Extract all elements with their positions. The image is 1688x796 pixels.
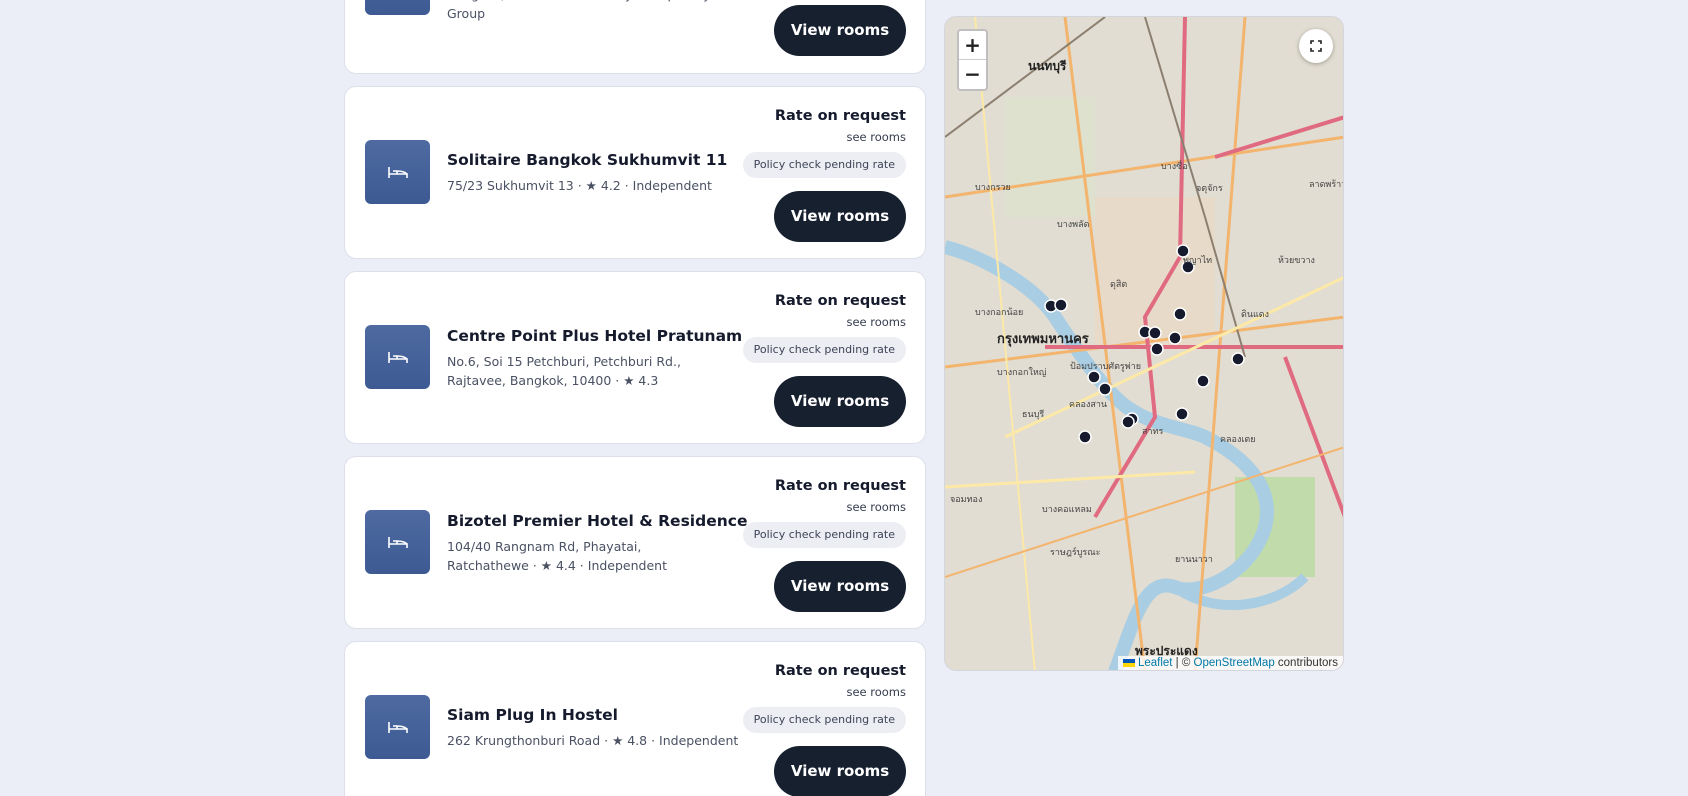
hotel-card: Siam Plug In Hostel 262 Krungthonburi Ro… [344, 641, 926, 796]
bed-icon [387, 537, 408, 548]
map-label: คลองสาน [1069, 400, 1108, 410]
map-label: บางกอกใหญ่ [997, 368, 1047, 378]
map-label: ห้วยขวาง [1278, 256, 1315, 266]
map-label: ลาดพร้าว [1309, 180, 1344, 190]
map-label: บางกอกน้อย [975, 308, 1024, 318]
policy-badge: Policy check pending rate [742, 707, 906, 733]
map-label: บางซื่อ [1161, 162, 1188, 172]
policy-badge: Policy check pending rate [742, 152, 906, 178]
hotel-thumbnail [365, 695, 430, 759]
rate-label: Rate on request [774, 663, 906, 679]
zoom-in-button[interactable]: + [959, 31, 986, 60]
hotel-card: Solitaire Bangkok Sukhumvit 11 75/23 Suk… [344, 86, 926, 259]
view-rooms-button[interactable]: View rooms [774, 561, 906, 612]
see-rooms-link[interactable]: see rooms [726, 500, 906, 514]
fullscreen-icon [1310, 40, 1322, 52]
map-label: ราษฎร์บูรณะ [1050, 548, 1101, 558]
see-rooms-link[interactable]: see rooms [726, 315, 906, 329]
policy-badge: Policy check pending rate [742, 522, 906, 548]
map-label: คลองเตย [1220, 435, 1256, 445]
hotel-name[interactable]: Siam Plug In Hostel [447, 705, 747, 725]
rate-label: Rate on request [774, 478, 906, 494]
hotel-meta: 75/23 Sukhumvit 13 · ★ 4.2 · Independent [447, 178, 712, 193]
zoom-out-button[interactable]: − [959, 60, 986, 89]
map-label: พญาไท [1183, 256, 1213, 266]
hotel-card: Bangkok, 10330 · ★ 4.6 · Onyx Hospitalit… [344, 0, 926, 74]
map-label: บางกรวย [975, 183, 1011, 193]
hotel-thumbnail [365, 0, 430, 15]
map-label: ยานนาวา [1175, 555, 1213, 565]
hotel-meta: No.6, Soi 15 Petchburi, Petchburi Rd., R… [447, 354, 681, 388]
policy-badge: Policy check pending rate [742, 337, 906, 363]
hotel-name[interactable]: Solitaire Bangkok Sukhumvit 11 [447, 150, 747, 170]
map-label: บางคอแหลม [1042, 505, 1092, 515]
osm-link[interactable]: OpenStreetMap [1194, 657, 1275, 669]
view-rooms-button[interactable]: View rooms [774, 746, 906, 796]
ukraine-flag-icon [1122, 658, 1135, 667]
hotel-map[interactable]: นนทบุรี กรุงเทพมหานคร บางกรวย ดุสิต ดินแ… [944, 16, 1344, 671]
map-label: นนทบุรี [1028, 59, 1067, 73]
hotel-meta: 262 Krungthonburi Road · ★ 4.8 · Indepen… [447, 733, 739, 748]
zoom-control: + − [957, 29, 988, 91]
rate-label: Rate on request [774, 293, 906, 309]
see-rooms-link[interactable]: see rooms [726, 130, 906, 144]
map-label: จอมทอง [950, 495, 983, 505]
map-label: จตุจักร [1196, 184, 1223, 194]
map-label: บางพลัด [1057, 220, 1090, 230]
bed-icon [387, 722, 408, 733]
view-rooms-button[interactable]: View rooms [774, 191, 906, 242]
view-rooms-button[interactable]: View rooms [774, 376, 906, 427]
hotel-name[interactable]: Bizotel Premier Hotel & Residence [447, 511, 747, 531]
map-label: ธนบุรี [1022, 410, 1045, 420]
view-rooms-button[interactable]: View rooms [774, 5, 906, 56]
map-label: กรุงเทพมหานคร [997, 332, 1089, 347]
bed-icon [387, 167, 408, 178]
hotel-thumbnail [365, 325, 430, 389]
hotel-meta: Bangkok, 10330 · ★ 4.6 · Onyx Hospitalit… [447, 0, 711, 21]
hotel-thumbnail [365, 510, 430, 574]
map-label: ป้อมปราบศัตรูพ่าย [1070, 362, 1142, 372]
bed-icon [387, 352, 408, 363]
map-label: สาทร [1142, 427, 1164, 437]
hotel-card: Centre Point Plus Hotel Pratunam No.6, S… [344, 271, 926, 444]
rate-label: Rate on request [774, 108, 906, 124]
attribution-suffix: contributors [1274, 657, 1338, 669]
hotel-card: Bizotel Premier Hotel & Residence 104/40… [344, 456, 926, 629]
hotel-name[interactable]: Centre Point Plus Hotel Pratunam [447, 326, 742, 346]
leaflet-link[interactable]: Leaflet [1138, 657, 1173, 669]
map-attribution: Leaflet | © OpenStreetMap contributors [1117, 656, 1343, 670]
hotel-thumbnail [365, 140, 430, 204]
map-label: ดินแดง [1241, 310, 1270, 320]
fullscreen-button[interactable] [1299, 29, 1333, 63]
map-label: ดุสิต [1110, 280, 1128, 290]
attribution-separator: | © [1172, 657, 1194, 669]
hotel-meta: 104/40 Rangnam Rd, Phayatai, Ratchathewe… [447, 539, 667, 573]
see-rooms-link[interactable]: see rooms [726, 685, 906, 699]
